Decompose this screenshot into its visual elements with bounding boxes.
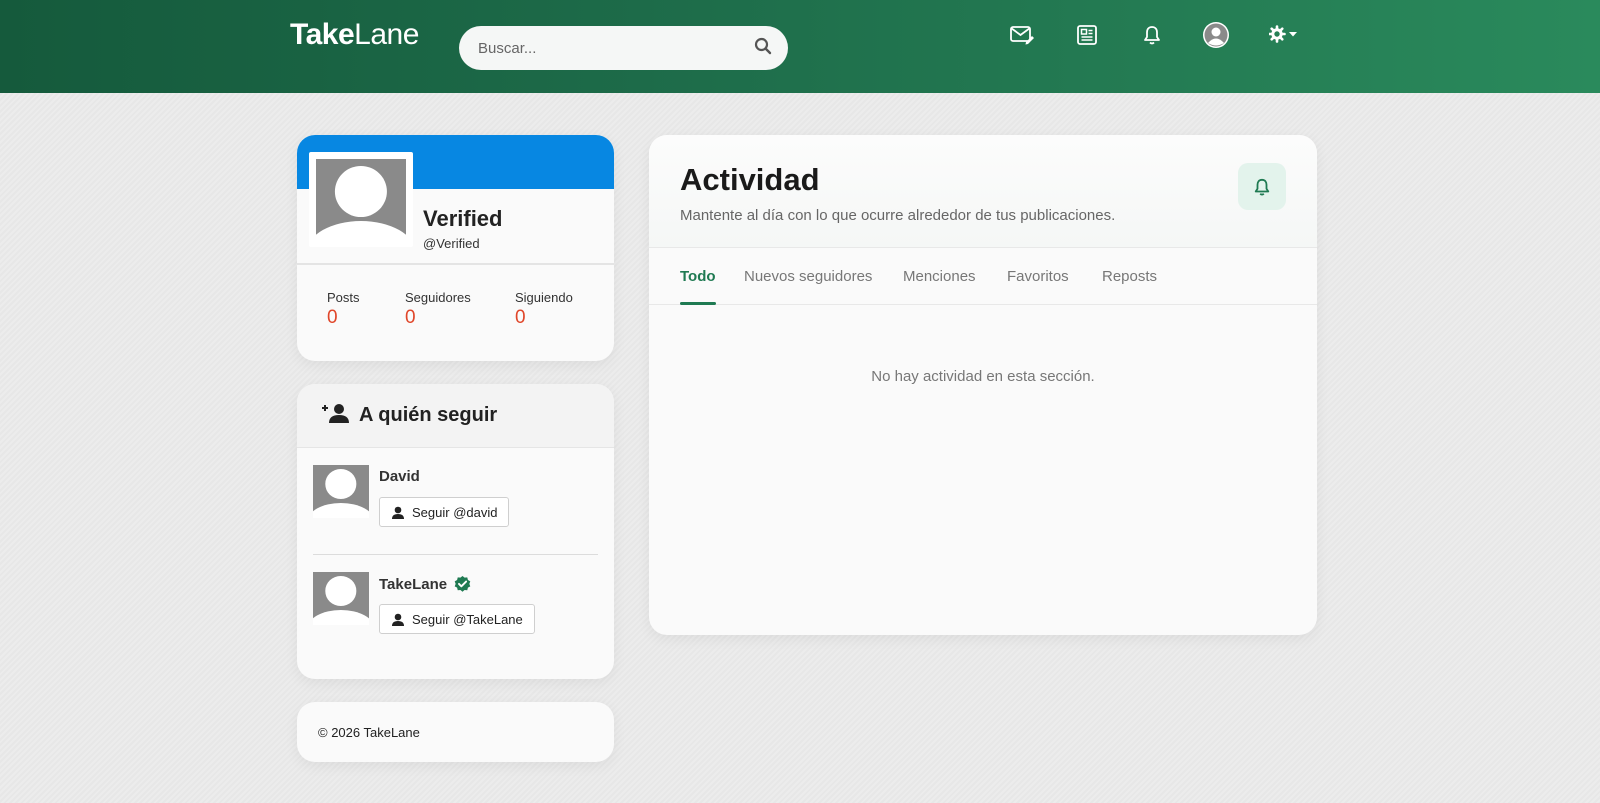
tab-nuevos-seguidores[interactable]: Nuevos seguidores bbox=[744, 268, 872, 285]
stat-followers[interactable]: Seguidores 0 bbox=[405, 290, 471, 329]
tab-todo[interactable]: Todo bbox=[680, 268, 716, 285]
follow-button[interactable]: Seguir @david bbox=[379, 497, 510, 527]
stat-posts[interactable]: Posts 0 bbox=[327, 290, 360, 329]
tab-menciones[interactable]: Menciones bbox=[903, 268, 976, 285]
profile-name[interactable]: Verified bbox=[423, 206, 502, 232]
tab-reposts[interactable]: Reposts bbox=[1102, 268, 1157, 285]
suggestion-item: TakeLane Seguir @TakeLane bbox=[313, 572, 598, 642]
bell-icon bbox=[1254, 178, 1270, 196]
who-to-follow-title: A quién seguir bbox=[359, 404, 498, 426]
page-title: Actividad bbox=[680, 162, 820, 197]
app-logo[interactable]: TakeLane bbox=[290, 18, 419, 52]
logo-bold: Take bbox=[290, 18, 355, 51]
top-navbar: TakeLane bbox=[0, 0, 1600, 93]
stat-label: Seguidores bbox=[405, 290, 471, 305]
footer-card: © 2026 TakeLane bbox=[297, 702, 614, 762]
stat-label: Posts bbox=[327, 290, 360, 305]
user-icon bbox=[392, 613, 404, 626]
user-avatar-icon[interactable] bbox=[1201, 20, 1231, 50]
follow-button-label: Seguir @TakeLane bbox=[412, 611, 523, 627]
empty-state-message: No hay actividad en esta sección. bbox=[871, 368, 1095, 385]
activity-header: Actividad Mantente al día con lo que ocu… bbox=[649, 135, 1317, 248]
user-plus-icon bbox=[321, 402, 351, 429]
copyright-text: © 2026 TakeLane bbox=[318, 724, 420, 740]
tab-favoritos[interactable]: Favoritos bbox=[1007, 268, 1069, 285]
page-subtitle: Mantente al día con lo que ocurre alrede… bbox=[680, 207, 1116, 224]
active-tab-indicator bbox=[680, 302, 716, 305]
avatar[interactable] bbox=[313, 572, 369, 625]
follow-button[interactable]: Seguir @TakeLane bbox=[379, 604, 535, 634]
follow-button-label: Seguir @david bbox=[412, 504, 498, 520]
activity-card: Actividad Mantente al día con lo que ocu… bbox=[649, 135, 1317, 635]
suggestion-name[interactable]: TakeLane bbox=[379, 575, 472, 594]
suggestion-item: David Seguir @david bbox=[313, 465, 598, 535]
profile-avatar[interactable] bbox=[309, 152, 413, 247]
verified-badge-icon bbox=[454, 575, 471, 592]
profile-handle: @Verified bbox=[423, 236, 480, 251]
user-icon bbox=[392, 506, 404, 519]
stat-label: Siguiendo bbox=[515, 290, 573, 305]
who-to-follow-header: A quién seguir bbox=[297, 384, 614, 448]
stat-value: 0 bbox=[515, 307, 526, 328]
gear-dropdown-icon[interactable] bbox=[1267, 20, 1303, 50]
search-icon[interactable] bbox=[754, 37, 772, 60]
who-to-follow-card: A quién seguir David Seguir @david TakeL… bbox=[297, 384, 614, 679]
stat-value: 0 bbox=[327, 307, 338, 328]
notifications-button[interactable] bbox=[1238, 163, 1286, 210]
activity-tabs: Todo Nuevos seguidores Menciones Favorit… bbox=[649, 248, 1317, 305]
stat-following[interactable]: Siguiendo 0 bbox=[515, 290, 573, 329]
profile-card: Verified @Verified Posts 0 Seguidores 0 … bbox=[297, 135, 614, 361]
stat-value: 0 bbox=[405, 307, 416, 328]
suggestion-name[interactable]: David bbox=[379, 468, 420, 485]
profile-divider bbox=[297, 263, 614, 265]
logo-light: Lane bbox=[354, 18, 419, 51]
bell-icon[interactable] bbox=[1137, 20, 1167, 50]
search-input[interactable] bbox=[478, 39, 754, 57]
avatar[interactable] bbox=[313, 465, 369, 518]
newspaper-icon[interactable] bbox=[1072, 20, 1102, 50]
suggestion-divider bbox=[313, 554, 598, 555]
mail-compose-icon[interactable] bbox=[1007, 20, 1037, 50]
search-bar bbox=[459, 26, 788, 70]
